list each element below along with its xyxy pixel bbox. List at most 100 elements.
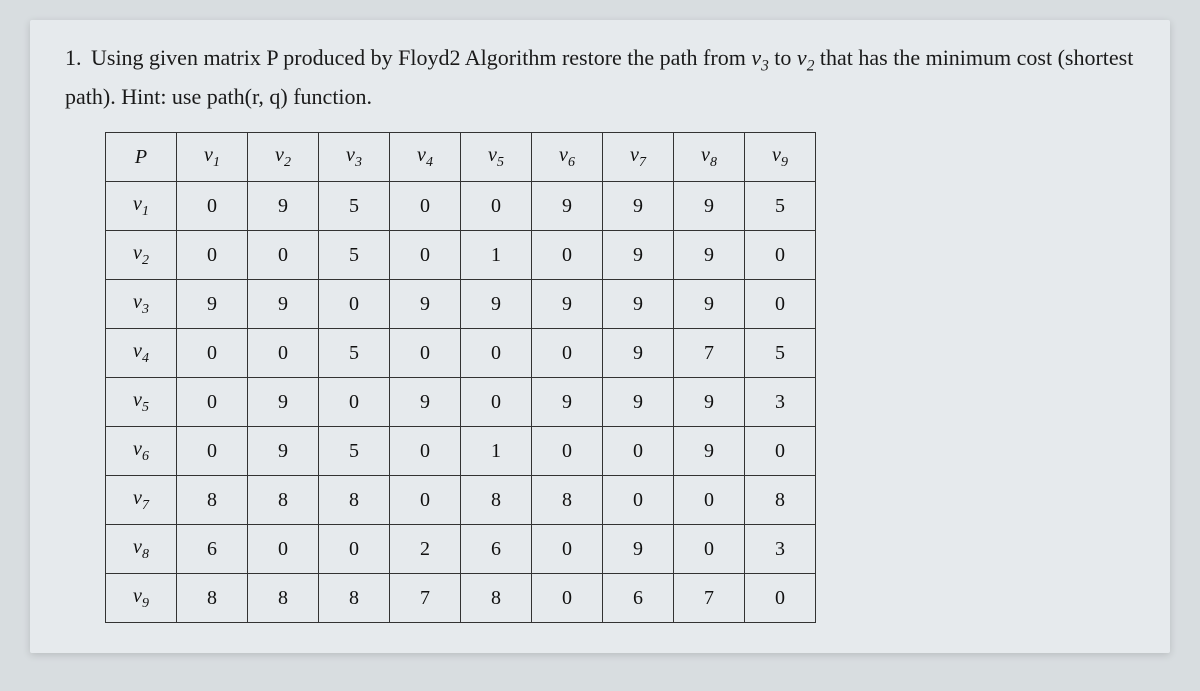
- cell-r3-c6: 9: [532, 280, 603, 329]
- cell-r5-c9: 3: [745, 378, 816, 427]
- cell-r6-c4: 0: [390, 427, 461, 476]
- cell-r2-c5: 1: [461, 231, 532, 280]
- cell-r9-c8: 7: [674, 574, 745, 623]
- cell-r7-c5: 8: [461, 476, 532, 525]
- cell-r7-c2: 8: [248, 476, 319, 525]
- col-header-v9: v9: [745, 133, 816, 182]
- col-header-v7: v7: [603, 133, 674, 182]
- cell-r4-c6: 0: [532, 329, 603, 378]
- col-header-v1: v1: [177, 133, 248, 182]
- cell-r7-c7: 0: [603, 476, 674, 525]
- cell-r9-c4: 7: [390, 574, 461, 623]
- cell-r4-c9: 5: [745, 329, 816, 378]
- cell-r4-c2: 0: [248, 329, 319, 378]
- cell-r3-c8: 9: [674, 280, 745, 329]
- cell-r9-c3: 8: [319, 574, 390, 623]
- cell-r9-c7: 6: [603, 574, 674, 623]
- v3-label: v3: [751, 45, 768, 70]
- cell-r4-c1: 0: [177, 329, 248, 378]
- cell-r8-c8: 0: [674, 525, 745, 574]
- cell-r5-c2: 9: [248, 378, 319, 427]
- cell-r3-c4: 9: [390, 280, 461, 329]
- v3-v: v: [751, 45, 761, 70]
- cell-r1-c7: 9: [603, 182, 674, 231]
- row-header-v6: v6: [106, 427, 177, 476]
- question-mid: to: [769, 45, 797, 70]
- cell-r1-c5: 0: [461, 182, 532, 231]
- cell-r9-c1: 8: [177, 574, 248, 623]
- cell-r5-c6: 9: [532, 378, 603, 427]
- cell-r4-c5: 0: [461, 329, 532, 378]
- cell-r2-c8: 9: [674, 231, 745, 280]
- row-header-v7: v7: [106, 476, 177, 525]
- cell-r5-c5: 0: [461, 378, 532, 427]
- cell-r3-c5: 9: [461, 280, 532, 329]
- cell-r3-c1: 9: [177, 280, 248, 329]
- row-header-v2: v2: [106, 231, 177, 280]
- cell-r3-c9: 0: [745, 280, 816, 329]
- cell-r4-c4: 0: [390, 329, 461, 378]
- cell-r1-c3: 5: [319, 182, 390, 231]
- cell-r5-c3: 0: [319, 378, 390, 427]
- v2-v: v: [797, 45, 807, 70]
- cell-r7-c1: 8: [177, 476, 248, 525]
- cell-r2-c4: 0: [390, 231, 461, 280]
- cell-r1-c6: 9: [532, 182, 603, 231]
- question-text: 1. Using given matrix P produced by Floy…: [65, 40, 1135, 114]
- question-part-1: Using given matrix: [91, 45, 266, 70]
- cell-r6-c7: 0: [603, 427, 674, 476]
- p-matrix-table: Pv1v2v3v4v5v6v7v8v9v1095009995v200501099…: [105, 132, 816, 623]
- cell-r8-c7: 9: [603, 525, 674, 574]
- cell-r5-c8: 9: [674, 378, 745, 427]
- cell-r1-c1: 0: [177, 182, 248, 231]
- col-header-v4: v4: [390, 133, 461, 182]
- cell-r2-c1: 0: [177, 231, 248, 280]
- cell-r8-c9: 3: [745, 525, 816, 574]
- cell-r1-c8: 9: [674, 182, 745, 231]
- question-number: 1.: [65, 45, 82, 70]
- cell-r7-c4: 0: [390, 476, 461, 525]
- row-header-v3: v3: [106, 280, 177, 329]
- cell-r2-c9: 0: [745, 231, 816, 280]
- cell-r2-c3: 5: [319, 231, 390, 280]
- cell-r2-c6: 0: [532, 231, 603, 280]
- cell-r1-c2: 9: [248, 182, 319, 231]
- cell-r3-c3: 0: [319, 280, 390, 329]
- cell-r9-c6: 0: [532, 574, 603, 623]
- cell-r6-c5: 1: [461, 427, 532, 476]
- cell-r6-c6: 0: [532, 427, 603, 476]
- cell-r8-c2: 0: [248, 525, 319, 574]
- paper-sheet: 1. Using given matrix P produced by Floy…: [30, 20, 1170, 653]
- cell-r6-c8: 9: [674, 427, 745, 476]
- cell-r6-c1: 0: [177, 427, 248, 476]
- col-header-v8: v8: [674, 133, 745, 182]
- cell-r8-c1: 6: [177, 525, 248, 574]
- cell-r6-c9: 0: [745, 427, 816, 476]
- cell-r7-c6: 8: [532, 476, 603, 525]
- cell-r8-c5: 6: [461, 525, 532, 574]
- col-header-v3: v3: [319, 133, 390, 182]
- matrix-corner: P: [106, 133, 177, 182]
- cell-r8-c6: 0: [532, 525, 603, 574]
- cell-r8-c4: 2: [390, 525, 461, 574]
- v2-label: v2: [797, 45, 814, 70]
- cell-r4-c7: 9: [603, 329, 674, 378]
- cell-r4-c3: 5: [319, 329, 390, 378]
- cell-r2-c7: 9: [603, 231, 674, 280]
- cell-r5-c4: 9: [390, 378, 461, 427]
- question-part-2: produced by Floyd2 Algorithm restore the…: [283, 45, 751, 70]
- cell-r9-c2: 8: [248, 574, 319, 623]
- row-header-v9: v9: [106, 574, 177, 623]
- cell-r9-c9: 0: [745, 574, 816, 623]
- cell-r7-c3: 8: [319, 476, 390, 525]
- cell-r3-c2: 9: [248, 280, 319, 329]
- cell-r6-c2: 9: [248, 427, 319, 476]
- row-header-v8: v8: [106, 525, 177, 574]
- matrix-letter-P: P: [266, 45, 277, 70]
- cell-r5-c7: 9: [603, 378, 674, 427]
- col-header-v2: v2: [248, 133, 319, 182]
- cell-r9-c5: 8: [461, 574, 532, 623]
- cell-r3-c7: 9: [603, 280, 674, 329]
- col-header-v6: v6: [532, 133, 603, 182]
- col-header-v5: v5: [461, 133, 532, 182]
